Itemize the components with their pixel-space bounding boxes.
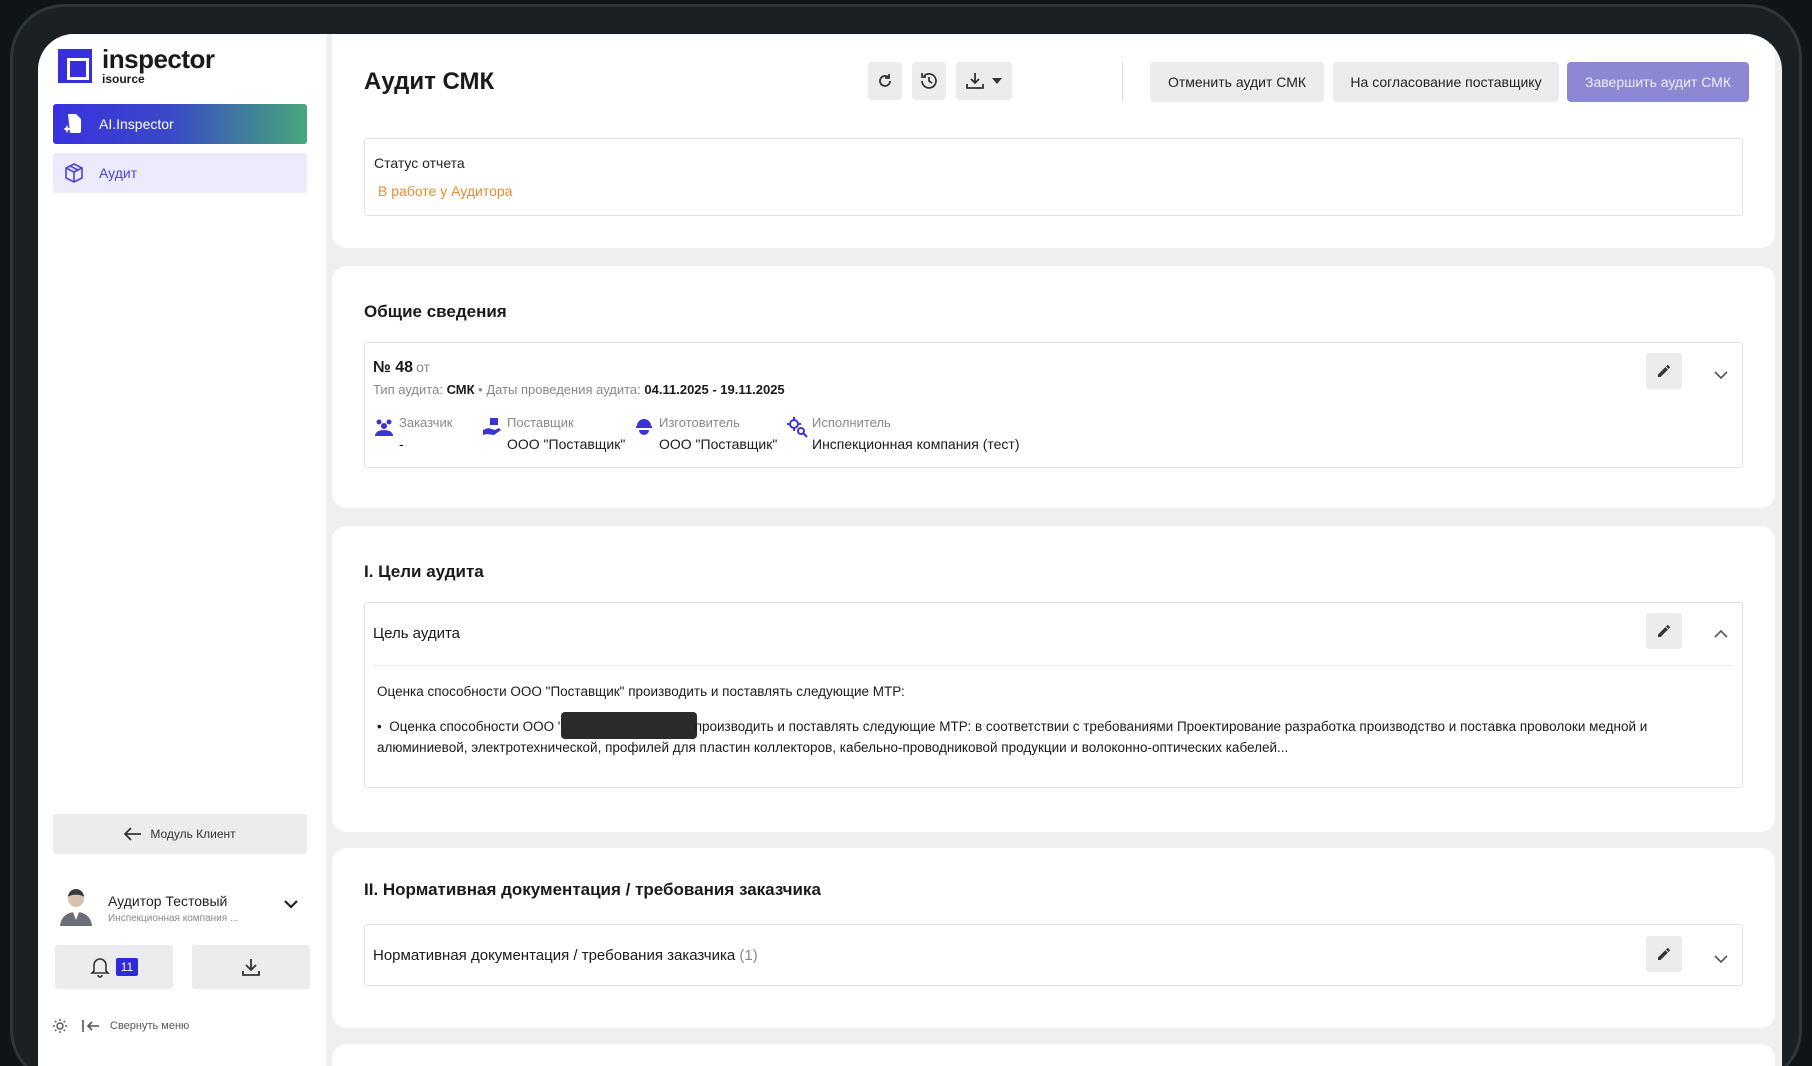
norms-box: Нормативная документация / требования за… bbox=[364, 924, 1743, 986]
general-info-card: Общие сведения № 48 от Тип аудита: СМК • … bbox=[332, 266, 1775, 508]
party-manufacturer: Изготовитель ООО "Поставщик" bbox=[633, 415, 777, 452]
download-icon bbox=[966, 73, 984, 89]
collapse-menu-label: Свернуть меню bbox=[110, 1020, 190, 1032]
chevron-down-icon[interactable] bbox=[1714, 951, 1728, 969]
manufacturer-icon bbox=[636, 419, 652, 435]
download-menu-button[interactable] bbox=[956, 62, 1012, 100]
section-title-general: Общие сведения bbox=[364, 302, 507, 321]
party-customer: Заказчик - bbox=[373, 415, 452, 452]
header-card: Аудит СМК Отменить аудит СМК На согласов… bbox=[332, 34, 1775, 248]
audit-summary-box: № 48 от Тип аудита: СМК • Даты проведения… bbox=[364, 342, 1743, 468]
download-icon bbox=[242, 959, 260, 976]
arrow-left-icon bbox=[124, 827, 142, 841]
norms-heading: Нормативная документация / требования за… bbox=[373, 947, 758, 964]
sidebar-item-ai-inspector[interactable]: AI.Inspector bbox=[53, 104, 307, 144]
toolbar-divider bbox=[1122, 62, 1123, 102]
pencil-icon bbox=[1658, 948, 1670, 960]
theme-toggle[interactable] bbox=[52, 1018, 68, 1034]
chevron-down-icon[interactable] bbox=[284, 896, 298, 914]
status-box: Статус отчета В работе у Аудитора bbox=[364, 138, 1743, 216]
audit-meta: Тип аудита: СМК • Даты проведения аудита… bbox=[373, 382, 785, 397]
cancel-audit-button[interactable]: Отменить аудит СМК bbox=[1150, 62, 1324, 102]
sidebar-item-label: AI.Inspector bbox=[99, 116, 174, 132]
goal-heading: Цель аудита bbox=[373, 625, 461, 642]
chevron-up-icon[interactable] bbox=[1714, 625, 1728, 643]
pencil-icon bbox=[1658, 625, 1670, 637]
status-label: Статус отчета bbox=[374, 155, 465, 171]
edit-norms-button[interactable] bbox=[1646, 936, 1682, 972]
next-section-card bbox=[332, 1044, 1775, 1066]
status-value: В работе у Аудитора bbox=[378, 183, 513, 199]
collapse-icon bbox=[82, 1020, 99, 1032]
history-icon bbox=[921, 73, 937, 89]
user-name: Аудитор Тестовый bbox=[108, 893, 228, 909]
bell-icon bbox=[89, 958, 110, 978]
redacted-block bbox=[560, 712, 697, 739]
pencil-icon bbox=[1658, 365, 1670, 377]
sun-icon bbox=[53, 1019, 67, 1033]
party-executor: Исполнитель Инспекционная компания (тест) bbox=[786, 415, 1020, 452]
notifications-badge: 11 bbox=[115, 958, 139, 976]
goal-intro: Оценка способности ООО "Поставщик" произ… bbox=[377, 684, 905, 699]
logo-name: inspector bbox=[102, 44, 215, 74]
goal-divider bbox=[373, 665, 1734, 666]
user-card: Аудитор Тестовый Инспекционная компания … bbox=[46, 876, 316, 994]
section-title-norms: II. Нормативная документация / требовани… bbox=[364, 880, 821, 899]
history-button[interactable] bbox=[912, 62, 946, 100]
sidebar: inspector isource AI.Inspector Аудит Мод… bbox=[38, 34, 326, 1066]
customer-icon bbox=[375, 419, 393, 436]
sidebar-footer: Свернуть меню bbox=[52, 1018, 203, 1034]
section-title-goals: I. Цели аудита bbox=[364, 562, 484, 581]
notifications-button[interactable]: 11 bbox=[55, 945, 173, 989]
sidebar-item-label: Аудит bbox=[99, 165, 138, 181]
audit-number: № 48 от bbox=[373, 359, 430, 376]
refresh-button[interactable] bbox=[868, 62, 902, 100]
logo[interactable]: inspector isource bbox=[58, 46, 215, 85]
module-client-label: Модуль Клиент bbox=[150, 827, 236, 841]
cube-icon bbox=[63, 162, 85, 184]
send-to-supplier-button[interactable]: На согласование поставщику bbox=[1333, 62, 1559, 102]
norms-card: II. Нормативная документация / требовани… bbox=[332, 848, 1775, 1028]
sidebar-item-audit[interactable]: Аудит bbox=[53, 153, 307, 193]
edit-goal-button[interactable] bbox=[1646, 613, 1682, 649]
refresh-icon bbox=[879, 74, 891, 87]
finish-audit-button[interactable]: Завершить аудит СМК bbox=[1567, 62, 1749, 102]
party-supplier: Поставщик ООО "Поставщик" bbox=[481, 415, 625, 452]
supplier-icon bbox=[483, 418, 501, 435]
downloads-button[interactable] bbox=[192, 945, 310, 989]
ai-inspector-icon bbox=[63, 113, 85, 135]
goal-box: Цель аудита Оценка способности ООО "Пост… bbox=[364, 602, 1743, 788]
logo-mark-icon bbox=[58, 48, 92, 83]
module-client-button[interactable]: Модуль Клиент bbox=[53, 814, 307, 854]
avatar[interactable] bbox=[56, 886, 96, 926]
caret-down-icon bbox=[992, 78, 1002, 84]
collapse-menu-button[interactable]: Свернуть меню bbox=[82, 1019, 189, 1033]
page-title: Аудит СМК bbox=[364, 68, 495, 95]
logo-sub: isource bbox=[102, 72, 145, 86]
goal-bullet: • Оценка способности ООО " производить и … bbox=[377, 712, 1712, 757]
goals-card: I. Цели аудита Цель аудита Оценка способ… bbox=[332, 526, 1775, 832]
executor-icon bbox=[787, 417, 808, 438]
chevron-down-icon[interactable] bbox=[1714, 367, 1728, 385]
edit-general-button[interactable] bbox=[1646, 353, 1682, 389]
user-org: Инспекционная компания ... bbox=[108, 913, 239, 924]
app-screen: inspector isource AI.Inspector Аудит Мод… bbox=[38, 34, 1782, 1066]
